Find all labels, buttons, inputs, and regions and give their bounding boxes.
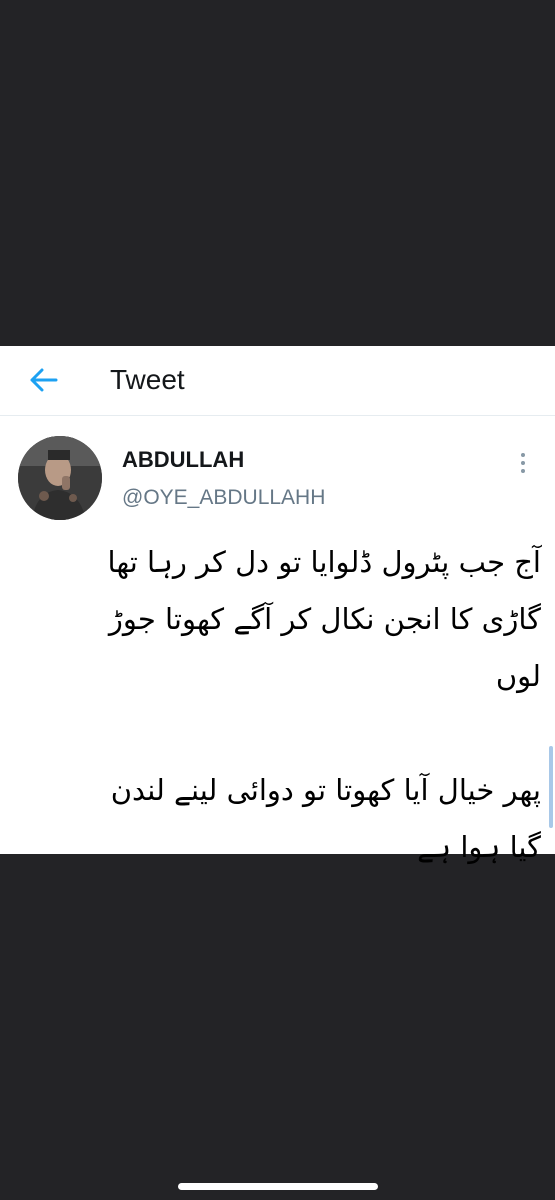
avatar[interactable] [18,436,102,520]
author-handle[interactable]: @OYE_ABDULLAHH [122,484,325,512]
tweet-panel: Tweet ABDULLAH @OYE_ABDULLAHH آج جب پٹرو… [0,346,555,864]
tweet-text-line: لوں [495,659,541,693]
home-indicator[interactable] [178,1183,378,1190]
more-options-button[interactable] [508,446,538,480]
tweet-text-line: پھر خیال آیا کھوتا تو دوائی لینے لندن [110,773,541,807]
tweet-text-line: آج جب پٹرول ڈلوایا تو دل کر رہا تھا [107,545,541,579]
tweet-text: آج جب پٹرول ڈلوایا تو دل کر رہا تھا گاڑی… [26,534,541,876]
profile-photo [18,436,102,520]
back-button[interactable] [22,360,66,400]
vertical-ellipsis-icon [521,469,525,473]
tweet-text-line: گاڑی کا انجن نکال کر آگے کھوتا جوڑ [108,602,541,636]
author-display-name[interactable]: ABDULLAH [122,446,244,474]
scrollbar[interactable] [549,746,553,828]
arrow-left-icon [30,368,58,392]
tweet-text-line: گیا ہوا ہے [417,830,541,864]
vertical-ellipsis-icon [521,453,525,457]
vertical-ellipsis-icon [521,461,525,465]
top-bar: Tweet [0,346,555,416]
screen: Tweet ABDULLAH @OYE_ABDULLAHH آج جب پٹرو… [0,0,555,1200]
page-title: Tweet [110,364,185,395]
